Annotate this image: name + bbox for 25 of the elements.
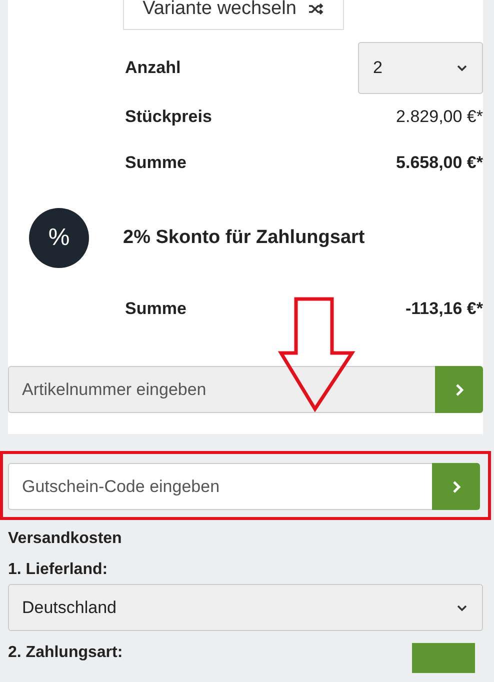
discount-value: -113,16 €* <box>405 299 483 319</box>
section-heading: Versandkosten <box>8 530 123 548</box>
voucher-code-field[interactable]: Gutschein-Code eingeben <box>8 463 432 510</box>
row-label: Anzahl <box>125 58 181 78</box>
chevron-down-icon <box>456 604 468 612</box>
article-number-field[interactable]: Artikelnummer eingeben <box>8 366 435 413</box>
chevron-right-icon <box>454 382 464 396</box>
submit-button[interactable] <box>435 366 483 413</box>
row-label: Summe <box>125 299 186 319</box>
row-label: Stückpreis <box>125 107 212 127</box>
percent-badge: % <box>29 208 89 268</box>
total-value: 5.658,00 €* <box>396 153 483 173</box>
country-select[interactable]: Deutschland <box>8 584 483 631</box>
field-label: 2. Zahlungsart: <box>8 644 123 662</box>
discount-title: 2% Skonto für Zahlungsart <box>123 227 365 249</box>
chevron-down-icon <box>456 64 468 72</box>
submit-button[interactable] <box>432 463 480 510</box>
variant-button[interactable]: Variante wechseln <box>123 0 344 30</box>
price-value: 2.829,00 €* <box>396 107 483 127</box>
row-label: Summe <box>125 153 186 173</box>
chevron-right-icon <box>451 480 461 494</box>
shuffle-icon <box>308 3 324 15</box>
quantity-select[interactable]: 2 <box>358 42 483 94</box>
payment-button[interactable] <box>412 643 475 673</box>
field-label: 1. Lieferland: <box>8 561 109 579</box>
